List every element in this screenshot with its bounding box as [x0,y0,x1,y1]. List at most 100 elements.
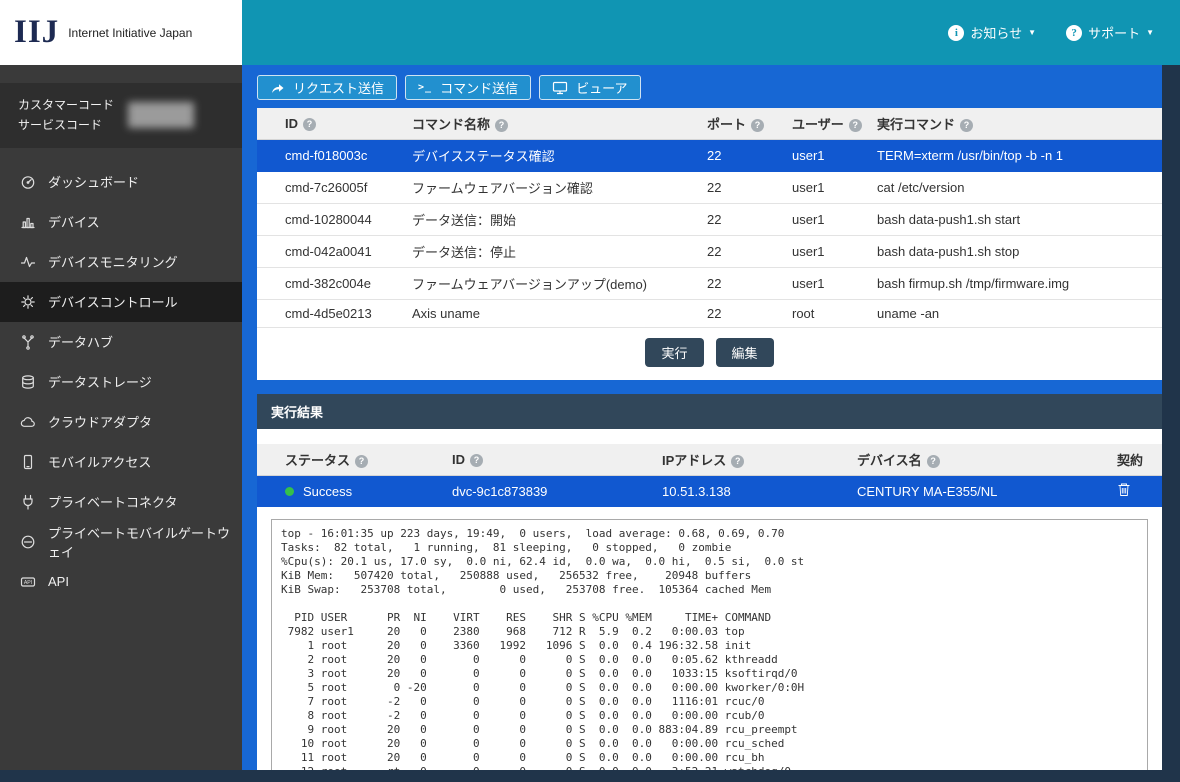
cell-exec-command: bash data-push1.sh stop [867,236,1162,268]
result-table: ステータス? ID? IPアドレス? デバイス名? 契約 Success dvc… [257,444,1162,507]
private-mobile-gateway-icon [20,534,36,550]
result-table-header-row: ステータス? ID? IPアドレス? デバイス名? 契約 [257,444,1162,476]
sidebar-item-mobile-access[interactable]: モバイルアクセス [0,442,242,482]
cell-command-name: データ送信：停止 [402,236,697,268]
request-send-button[interactable]: リクエスト送信 [257,75,397,100]
cell-exec-command: uname -an [867,300,1162,328]
sidebar: カスタマーコード サービスコード ダッシュボード デバイス デバイスモニタリング… [0,65,242,770]
edit-button[interactable]: 編集 [716,338,774,367]
cell-user: user1 [782,172,867,204]
command-row[interactable]: cmd-042a0041 データ送信：停止 22 user1 bash data… [257,236,1162,268]
cell-command-name: Axis uname [402,300,697,328]
cell-id: cmd-382c004e [257,268,402,300]
result-panel: ステータス? ID? IPアドレス? デバイス名? 契約 Success dvc… [257,429,1162,770]
notice-menu[interactable]: i お知らせ ▼ [948,23,1036,42]
result-section-header: 実行結果 [257,394,1162,429]
column-label: 実行コマンド [877,117,955,132]
sidebar-item-label: API [48,574,69,589]
sidebar-item-data-storage[interactable]: データストレージ [0,362,242,402]
notice-menu-label: お知らせ [970,23,1022,42]
sidebar-item-label: デバイス [48,212,100,231]
sidebar-item-label: モバイルアクセス [48,452,151,471]
trash-icon[interactable] [1117,485,1131,500]
terminal-icon: >_ [418,82,432,93]
sidebar-item-cloud-adapter[interactable]: クラウドアダプタ [0,402,242,442]
column-label: ユーザー [792,117,844,132]
main-content: リクエスト送信 >_ コマンド送信 ビューア ID? コマンド名称? ポート? [242,65,1162,770]
result-row[interactable]: Success dvc-9c1c873839 10.51.3.138 CENTU… [257,476,1162,507]
column-header-port: ポート? [697,108,782,140]
customer-code-box: カスタマーコード サービスコード [0,83,242,148]
page-frame-right [1162,65,1180,782]
cell-command-name: デバイスステータス確認 [402,140,697,172]
viewer-button[interactable]: ビューア [539,75,640,100]
question-icon: ? [1066,25,1082,41]
redacted-service-code [128,102,194,128]
sidebar-item-label: プライベートモバイルゲートウェイ [48,523,242,561]
terminal-output[interactable]: top - 16:01:35 up 223 days, 19:49, 0 use… [271,519,1148,770]
command-send-button[interactable]: >_ コマンド送信 [405,75,531,100]
help-icon[interactable]: ? [470,454,483,467]
mobile-access-icon [20,454,36,470]
sidebar-item-api[interactable]: API API [0,562,242,602]
command-row[interactable]: cmd-f018003c デバイスステータス確認 22 user1 TERM=x… [257,140,1162,172]
support-menu[interactable]: ? サポート ▼ [1066,23,1154,42]
sidebar-item-label: デバイスモニタリング [48,252,178,271]
cell-user: user1 [782,268,867,300]
sidebar-item-devices[interactable]: デバイス [0,202,242,242]
column-header-user: ユーザー? [782,108,867,140]
command-row[interactable]: cmd-382c004e ファームウェアバージョンアップ(demo) 22 us… [257,268,1162,300]
help-icon[interactable]: ? [355,455,368,468]
command-row[interactable]: cmd-10280044 データ送信：開始 22 user1 bash data… [257,204,1162,236]
help-icon[interactable]: ? [303,118,316,131]
command-row[interactable]: cmd-7c26005f ファームウェアバージョン確認 22 user1 cat… [257,172,1162,204]
sidebar-item-label: ダッシュボード [48,172,139,191]
info-icon: i [948,25,964,41]
help-icon[interactable]: ? [927,455,940,468]
sidebar-item-device-control[interactable]: デバイスコントロール [0,282,242,322]
cloud-adapter-icon [20,414,36,430]
private-connector-icon [20,494,36,510]
help-icon[interactable]: ? [731,455,744,468]
monitor-icon [552,80,568,95]
chevron-down-icon: ▼ [1028,29,1036,37]
column-header-command-name: コマンド名称? [402,108,697,140]
cell-port: 22 [697,172,782,204]
help-icon[interactable]: ? [495,119,508,132]
sidebar-item-device-monitoring[interactable]: デバイスモニタリング [0,242,242,282]
sidebar-item-private-connector[interactable]: プライベートコネクタ [0,482,242,522]
sidebar-item-private-mobile-gateway[interactable]: プライベートモバイルゲートウェイ [0,522,242,562]
column-header-exec-command: 実行コマンド? [867,108,1162,140]
execute-button[interactable]: 実行 [645,338,703,367]
cell-port: 22 [697,300,782,328]
column-label: 契約 [1117,453,1143,468]
sidebar-item-label: データハブ [48,332,113,351]
data-hub-icon [20,334,36,350]
chevron-down-icon: ▼ [1146,29,1154,37]
status-text: Success [303,484,352,499]
customer-code-label: カスタマーコード [18,95,114,115]
sidebar-item-label: プライベートコネクタ [48,492,177,511]
command-actions: 実行 編集 [257,328,1162,380]
cell-id: cmd-10280044 [257,204,402,236]
cell-contract [1107,476,1162,507]
cell-command-name: ファームウェアバージョンアップ(demo) [402,268,697,300]
iij-logo-mark: IIJ [14,16,59,49]
sidebar-item-data-hub[interactable]: データハブ [0,322,242,362]
sidebar-menu: ダッシュボード デバイス デバイスモニタリング デバイスコントロール データハブ… [0,162,242,602]
command-row[interactable]: cmd-4d5e0213 Axis uname 22 root uname -a… [257,300,1162,328]
device-control-icon [20,294,36,310]
cell-user: user1 [782,236,867,268]
column-header-device-id: ID? [442,444,652,476]
cell-id: cmd-7c26005f [257,172,402,204]
sidebar-item-dashboard[interactable]: ダッシュボード [0,162,242,202]
devices-icon [20,214,36,230]
help-icon[interactable]: ? [751,119,764,132]
column-label: デバイス名 [857,453,922,468]
help-icon[interactable]: ? [849,119,862,132]
status-dot [285,487,294,496]
cell-device-id: dvc-9c1c873839 [442,476,652,507]
api-icon: API [20,574,36,590]
iij-logo[interactable]: IIJ Internet Initiative Japan [0,0,242,65]
help-icon[interactable]: ? [960,119,973,132]
